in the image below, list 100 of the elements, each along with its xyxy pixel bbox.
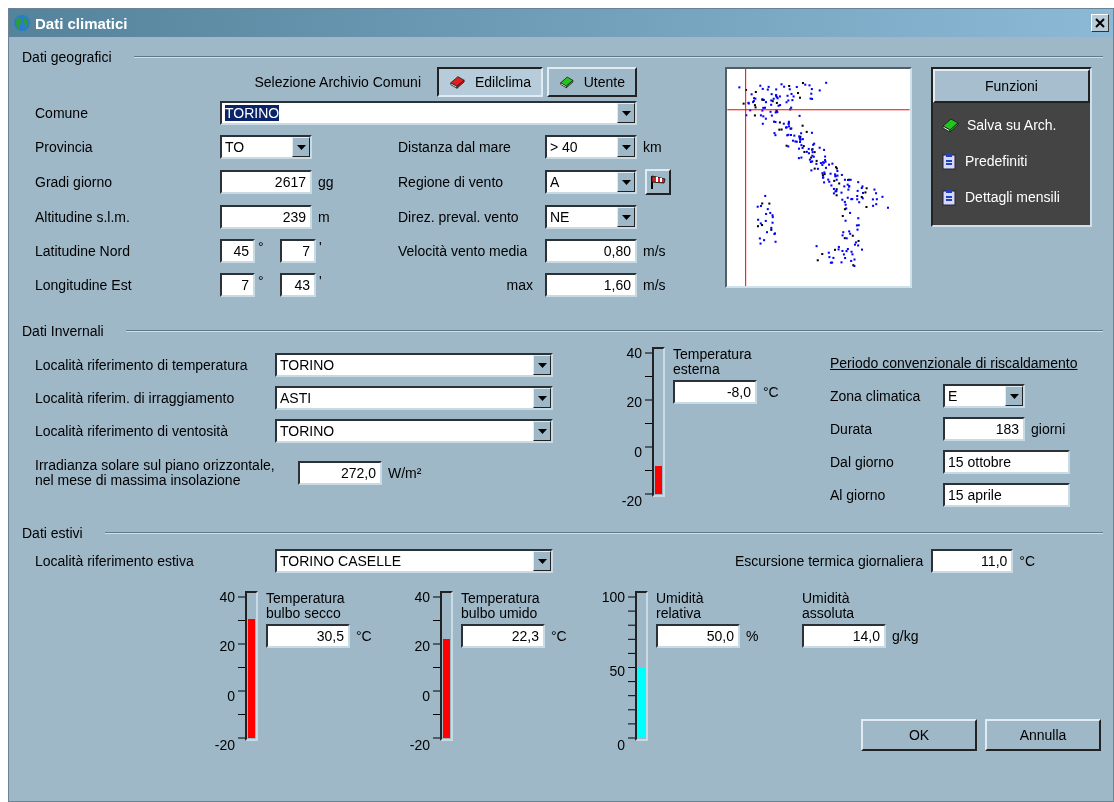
field-label: Località riferimento di ventosità — [35, 423, 229, 439]
book-icon — [449, 74, 465, 90]
dropdown-field[interactable]: ASTI — [275, 386, 553, 410]
unit-label: m/s — [643, 277, 666, 293]
function-menu-item[interactable]: Salva su Arch. — [933, 107, 1090, 143]
dropdown-arrow-button[interactable] — [617, 172, 635, 192]
scale-label: 100 — [601, 590, 625, 605]
scale-label: 50 — [609, 664, 625, 679]
gauge-label: Umidità relativa — [656, 591, 705, 621]
field-label: Selezione Archivio Comuni — [254, 74, 421, 90]
input-field[interactable]: 272,0 — [298, 461, 382, 485]
close-button[interactable] — [1091, 14, 1109, 32]
unit-label: km — [643, 139, 662, 155]
dropdown-field[interactable]: > 40 — [545, 135, 637, 159]
field-label: Al giorno — [830, 487, 887, 503]
dropdown-arrow-button[interactable] — [533, 388, 551, 408]
gauge-label: Temperatura esterna — [673, 347, 753, 377]
input-field[interactable]: 239 — [220, 205, 312, 229]
dropdown-field[interactable]: A — [545, 170, 637, 194]
input-field[interactable]: 183 — [943, 417, 1025, 441]
unit-label: giorni — [1031, 421, 1066, 437]
dropdown-field[interactable]: TORINO — [275, 419, 553, 443]
function-menu-item[interactable]: Dettagli mensili — [933, 179, 1090, 215]
field-label: Dal giorno — [830, 454, 895, 470]
input-field[interactable]: 15 ottobre — [943, 450, 1070, 474]
field-label: Zona climatica — [830, 388, 922, 404]
dropdown-arrow-button[interactable] — [617, 137, 635, 157]
caret-icon — [537, 428, 547, 434]
scale-label: -20 — [214, 738, 235, 753]
dropdown-arrow-button[interactable] — [533, 355, 551, 375]
clipboard-icon — [941, 152, 957, 170]
dropdown-arrow-button[interactable] — [617, 103, 635, 123]
input-field[interactable]: 1,60 — [545, 273, 637, 297]
dropdown-arrow-button[interactable] — [533, 551, 551, 571]
input-field[interactable]: 11,0 — [931, 549, 1014, 573]
field-label: Velocità vento media — [398, 243, 529, 259]
dropdown-field[interactable]: TO — [220, 135, 312, 159]
caret-icon — [621, 144, 631, 150]
input-field[interactable]: 43 — [280, 273, 316, 297]
field-label: Località riferimento di temperatura — [35, 357, 249, 373]
input-field[interactable]: 0,80 — [545, 239, 637, 263]
window-title: Dati climatici — [35, 14, 129, 32]
caret-icon — [621, 179, 631, 185]
archive-toggle-button[interactable]: Utente — [547, 67, 637, 97]
book-icon — [559, 74, 574, 90]
unit-label: °C — [1019, 553, 1036, 569]
close-icon — [1095, 18, 1105, 28]
scale-label: 20 — [626, 395, 642, 411]
input-field[interactable]: 15 aprile — [943, 483, 1070, 507]
input-field[interactable]: 7 — [220, 273, 255, 297]
field-label: Irradianza solare sul piano orizzontale, nel mese di massima insolazione — [35, 458, 276, 488]
field-label: Direz. preval. vento — [398, 209, 520, 225]
clipboard-icon — [941, 188, 957, 206]
input-field[interactable]: 22,3 — [461, 624, 545, 648]
field-label: Altitudine s.l.m. — [35, 209, 131, 225]
section-title: Dati estivi — [22, 525, 83, 541]
scale-label: -20 — [409, 738, 430, 753]
function-menu-item[interactable]: Predefiniti — [933, 143, 1090, 179]
dropdown-arrow-button[interactable] — [292, 137, 310, 157]
scale-label: 20 — [414, 639, 430, 655]
field-label: Escursione termica giornaliera — [735, 553, 924, 569]
wind-map-button[interactable] — [645, 169, 671, 195]
input-field[interactable]: 14,0 — [802, 624, 886, 648]
field-label: Regione di vento — [398, 174, 505, 190]
input-field[interactable]: 45 — [220, 239, 255, 263]
scale-label: 0 — [422, 688, 430, 704]
unit-label: °C — [551, 628, 567, 644]
dialog-button[interactable]: OK — [861, 719, 977, 751]
input-field[interactable]: 7 — [280, 239, 316, 263]
field-label: Località riferimento estiva — [35, 553, 195, 569]
dropdown-field[interactable]: TORINO — [275, 353, 553, 377]
unit-label: °C — [356, 628, 372, 644]
dropdown-field[interactable]: TORINO CASELLE — [275, 549, 553, 573]
functions-header[interactable]: Funzioni — [933, 69, 1090, 103]
unit-label: m — [318, 209, 330, 225]
dialog-button[interactable]: Annulla — [985, 719, 1101, 751]
field-label: Durata — [830, 421, 874, 437]
dropdown-arrow-button[interactable] — [533, 421, 551, 441]
dropdown-arrow-button[interactable] — [617, 207, 635, 227]
input-field[interactable]: 2617 — [220, 170, 312, 194]
field-label: Distanza dal mare — [398, 139, 512, 155]
unit-label: g/kg — [892, 628, 919, 644]
dropdown-field[interactable]: TORINO — [220, 101, 637, 125]
dropdown-arrow-button[interactable] — [1005, 386, 1023, 406]
caret-icon — [537, 395, 547, 401]
archive-toggle-button[interactable]: Edilclima — [437, 67, 543, 97]
dropdown-field[interactable]: NE — [545, 205, 637, 229]
input-field[interactable]: -8,0 — [673, 380, 757, 404]
caret-icon — [296, 144, 306, 150]
dropdown-field[interactable]: E — [943, 384, 1025, 408]
unit-label: °C — [763, 384, 779, 400]
scale-label: 0 — [227, 688, 235, 704]
scale-label: 40 — [219, 590, 235, 605]
field-label: max — [505, 277, 534, 293]
windsock-icon — [649, 174, 667, 190]
section-title: Dati Invernali — [22, 323, 104, 339]
unit-label: % — [746, 628, 759, 644]
gauge-label: Temperatura bulbo secco — [266, 591, 346, 621]
input-field[interactable]: 50,0 — [656, 624, 740, 648]
input-field[interactable]: 30,5 — [266, 624, 350, 648]
